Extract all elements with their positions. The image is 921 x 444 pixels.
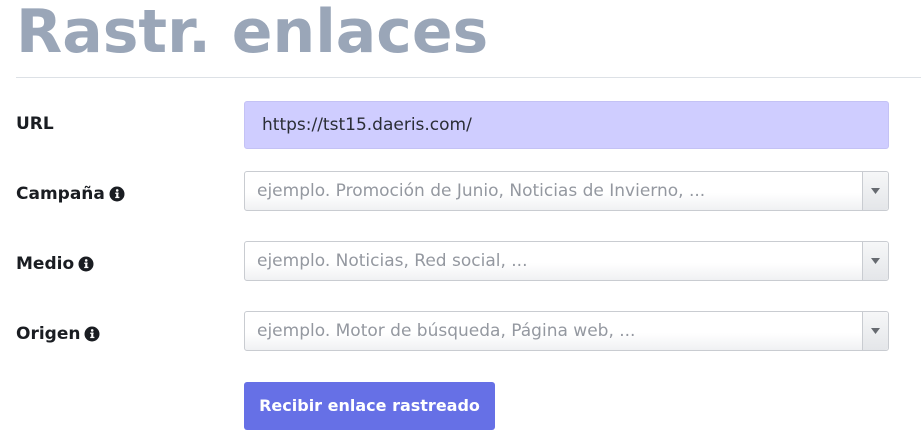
get-tracked-link-button[interactable]: Recibir enlace rastreado [244, 382, 495, 430]
url-label-text: URL [16, 114, 54, 134]
campaign-dropdown-toggle[interactable] [862, 172, 888, 210]
info-circle-icon[interactable] [109, 186, 125, 202]
campaign-select[interactable]: ejemplo. Promoción de Junio, Noticias de… [244, 171, 889, 211]
triangle-down-icon [871, 258, 880, 264]
title-divider [16, 77, 921, 78]
triangle-down-icon [871, 188, 880, 194]
campaign-label-text: Campaña [16, 184, 105, 204]
source-dropdown-toggle[interactable] [862, 312, 888, 350]
medium-dropdown-toggle[interactable] [862, 242, 888, 280]
source-placeholder: ejemplo. Motor de búsqueda, Página web, … [257, 321, 636, 341]
tracked-link-page: Rastr. enlaces URL https://tst15.daeris.… [0, 0, 921, 444]
source-label-text: Origen [16, 324, 81, 344]
url-field[interactable]: https://tst15.daeris.com/ [244, 101, 889, 149]
info-circle-icon[interactable] [84, 326, 100, 342]
url-label: URL [16, 114, 54, 134]
medium-label-text: Medio [16, 254, 75, 274]
medium-select[interactable]: ejemplo. Noticias, Red social, ... [244, 241, 889, 281]
page-title: Rastr. enlaces [16, 0, 489, 67]
triangle-down-icon [871, 328, 880, 334]
source-label: Origen [16, 324, 100, 344]
medium-placeholder: ejemplo. Noticias, Red social, ... [257, 251, 528, 271]
medium-label: Medio [16, 254, 94, 274]
campaign-placeholder: ejemplo. Promoción de Junio, Noticias de… [257, 181, 706, 201]
campaign-label: Campaña [16, 184, 125, 204]
info-circle-icon[interactable] [78, 256, 94, 272]
source-select[interactable]: ejemplo. Motor de búsqueda, Página web, … [244, 311, 889, 351]
